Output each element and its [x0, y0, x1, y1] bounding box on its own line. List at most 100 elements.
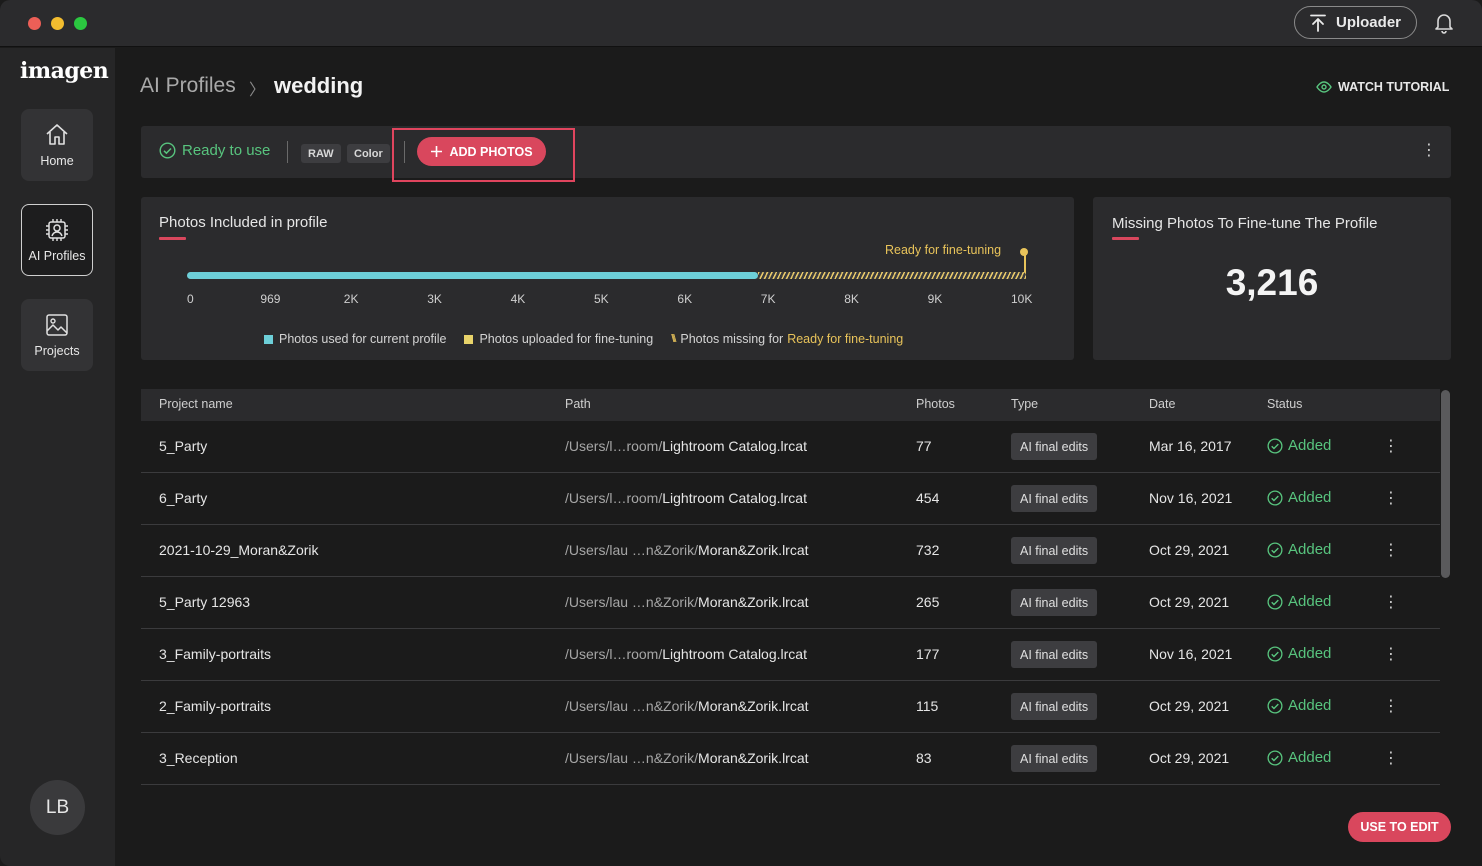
path-prefix: /Users/lau …n&Zorik/: [565, 698, 699, 714]
check-circle-icon: [1267, 645, 1283, 662]
check-circle-icon: [1267, 541, 1283, 558]
path-file: Moran&Zorik.lrcat: [698, 594, 809, 610]
missing-photos-card: Missing Photos To Fine-tune The Profile …: [1093, 197, 1451, 360]
table-scrollbar[interactable]: [1440, 389, 1451, 786]
close-window-button[interactable]: [28, 17, 41, 30]
date-cell: Oct 29, 2021: [1149, 594, 1230, 610]
row-more-icon[interactable]: ⋮: [1383, 699, 1399, 715]
check-circle-icon: [1267, 437, 1283, 454]
table-row[interactable]: 5_Party/Users/l…room/Lightroom Catalog.l…: [141, 421, 1440, 473]
column-header[interactable]: Photos: [916, 397, 955, 411]
table-row[interactable]: 2021-10-29_Moran&Zorik/Users/lau …n&Zori…: [141, 525, 1440, 577]
path-file: Moran&Zorik.lrcat: [698, 750, 809, 766]
status-cell: Added: [1267, 593, 1331, 610]
path-prefix: /Users/lau …n&Zorik/: [565, 594, 699, 610]
row-more-icon[interactable]: ⋮: [1383, 595, 1399, 611]
path-cell: /Users/l…room/Lightroom Catalog.lrcat: [565, 490, 807, 506]
sidebar-item-label: AI Profiles: [28, 249, 86, 263]
project-name-cell: 2021-10-29_Moran&Zorik: [159, 542, 319, 558]
status-label: Added: [1288, 749, 1332, 766]
status-label: Added: [1288, 593, 1332, 610]
status-label: Added: [1288, 489, 1332, 506]
progress-legend: Photos used for current profile Photos u…: [264, 332, 903, 346]
title-bar: Uploader: [0, 0, 1482, 47]
row-more-icon[interactable]: ⋮: [1383, 543, 1399, 559]
zoom-window-button[interactable]: [74, 17, 87, 30]
type-chip: AI final edits: [1011, 745, 1098, 772]
path-prefix: /Users/l…room/: [565, 646, 663, 662]
path-cell: /Users/lau …n&Zorik/Moran&Zorik.lrcat: [565, 750, 809, 766]
column-header[interactable]: Date: [1149, 397, 1175, 411]
page-title: wedding: [274, 73, 364, 98]
path-prefix: /Users/l…room/: [565, 490, 663, 506]
use-to-edit-button[interactable]: USE TO EDIT: [1348, 812, 1451, 842]
tick-label: 7K: [760, 292, 776, 306]
minimize-window-button[interactable]: [51, 17, 64, 30]
legend-label: Photos uploaded for fine-tuning: [479, 332, 654, 346]
table-row[interactable]: 3_Family-portraits/Users/l…room/Lightroo…: [141, 629, 1440, 681]
date-cell: Oct 29, 2021: [1149, 542, 1230, 558]
row-more-icon[interactable]: ⋮: [1383, 439, 1399, 455]
tick-label: 6K: [677, 292, 693, 306]
goal-label: Ready for fine-tuning: [885, 243, 1002, 257]
image-icon: [46, 314, 68, 336]
hatch-swatch-icon: \\\: [671, 333, 676, 345]
path-file: Moran&Zorik.lrcat: [698, 698, 809, 714]
row-more-icon[interactable]: ⋮: [1383, 751, 1399, 767]
path-cell: /Users/l…room/Lightroom Catalog.lrcat: [565, 438, 807, 454]
uploader-label: Uploader: [1335, 14, 1401, 31]
notification-bell-icon[interactable]: [1434, 12, 1454, 34]
breadcrumb-root[interactable]: AI Profiles: [140, 74, 236, 98]
check-circle-icon: [159, 142, 176, 159]
table-row[interactable]: 3_Reception/Users/lau …n&Zorik/Moran&Zor…: [141, 733, 1440, 785]
missing-photos-value: 3,216: [1225, 262, 1319, 303]
table-row[interactable]: 2_Family-portraits/Users/lau …n&Zorik/Mo…: [141, 681, 1440, 733]
path-file: Lightroom Catalog.lrcat: [662, 646, 807, 662]
legend-used: Photos used for current profile: [264, 332, 446, 346]
user-avatar[interactable]: LB: [30, 780, 85, 835]
table-row[interactable]: 6_Party/Users/l…room/Lightroom Catalog.l…: [141, 473, 1440, 525]
watch-tutorial-link[interactable]: WATCH TUTORIAL: [1316, 80, 1449, 94]
status-cell: Added: [1267, 541, 1331, 558]
photos-included-card: Photos Included in profile Ready for fin…: [141, 197, 1074, 360]
card-title: Photos Included in profile: [159, 214, 328, 231]
swatch: [264, 334, 273, 344]
sidebar-item-ai-profiles[interactable]: AI Profiles: [21, 204, 93, 276]
column-header[interactable]: Type: [1011, 397, 1038, 411]
sidebar-item-projects[interactable]: Projects: [21, 299, 93, 371]
sidebar-item-home[interactable]: Home: [21, 109, 93, 181]
tick-label: 969: [260, 292, 281, 306]
toolbar-more-icon[interactable]: ⋮: [1421, 143, 1437, 159]
legend-label-highlight: Ready for fine-tuning: [787, 332, 904, 346]
scrollbar-thumb[interactable]: [1441, 390, 1450, 578]
photos-count-cell: 454: [916, 490, 940, 506]
status-label: Added: [1288, 437, 1332, 454]
photos-count-cell: 732: [916, 542, 940, 558]
date-cell: Nov 16, 2021: [1149, 490, 1233, 506]
uploader-button[interactable]: Uploader: [1294, 6, 1417, 39]
title-accent: [159, 237, 186, 240]
column-header[interactable]: Status: [1267, 397, 1302, 411]
row-more-icon[interactable]: ⋮: [1383, 647, 1399, 663]
path-file: Lightroom Catalog.lrcat: [662, 490, 807, 506]
watch-tutorial-label: WATCH TUTORIAL: [1338, 80, 1450, 94]
raw-tag: RAW: [301, 144, 341, 163]
tick-label: 3K: [427, 292, 442, 306]
status-cell: Added: [1267, 697, 1331, 714]
column-header[interactable]: Path: [565, 397, 591, 411]
add-photos-button[interactable]: ADD PHOTOS: [417, 137, 546, 166]
check-circle-icon: [1267, 593, 1283, 610]
column-header[interactable]: Project name: [159, 397, 233, 411]
plus-icon: [431, 146, 443, 157]
progress-fill-used: [187, 272, 758, 279]
table-row[interactable]: 5_Party 12963/Users/lau …n&Zorik/Moran&Z…: [141, 577, 1440, 629]
photos-count-cell: 77: [916, 438, 932, 454]
row-more-icon[interactable]: ⋮: [1383, 491, 1399, 507]
legend-uploaded: Photos uploaded for fine-tuning: [464, 332, 653, 346]
goal-marker-dot: [1020, 248, 1028, 256]
date-cell: Mar 16, 2017: [1149, 438, 1232, 454]
profile-toolbar: Ready to use RAW Color ADD PHOTOS ⋮: [141, 126, 1451, 182]
photos-count-cell: 177: [916, 646, 940, 662]
photos-count-cell: 83: [916, 750, 932, 766]
project-name-cell: 6_Party: [159, 490, 208, 506]
